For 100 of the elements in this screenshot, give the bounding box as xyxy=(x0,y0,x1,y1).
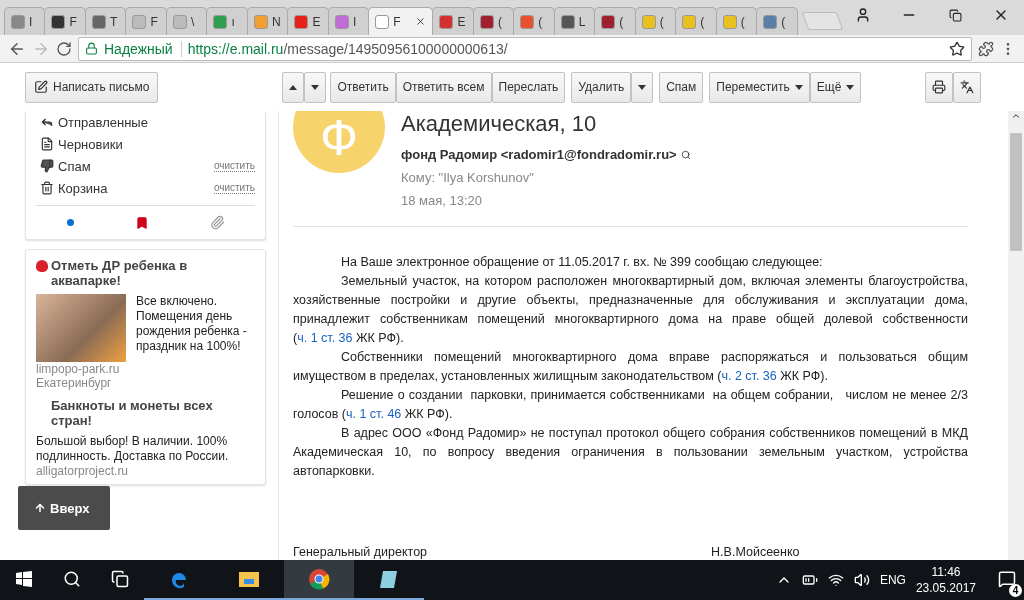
browser-tab[interactable]: I xyxy=(327,7,370,35)
notepad-icon[interactable] xyxy=(378,568,400,590)
tab-title: ( xyxy=(497,14,502,29)
menu-button[interactable]: Ещё xyxy=(809,71,862,103)
browser-tab[interactable]: ( xyxy=(472,7,515,35)
tab-title: T xyxy=(109,14,118,29)
taskbar-app[interactable] xyxy=(284,560,354,600)
tab-title: ( xyxy=(538,14,543,29)
message-paragraph: Собственники помещений многоквартирного дома вправе распоряжаться и пользоваться общим имуществом в пределах, установленных жилищным законодательством (ч. 2 ст. 36 ЖК РФ). xyxy=(293,349,968,385)
ad-site[interactable]: limpopo-park.ru xyxy=(36,362,255,376)
folder-link[interactable]: Спам xyxy=(58,158,91,174)
message-paragraph: В адрес ООО «Фонд Радомир» не поступал протокол общего собрания собственников помещений в МКД Академическая 10, по вопросу введения ограничения в пользовании земельным участком, устройства автопарковки. xyxy=(293,425,968,480)
tab-title: ( xyxy=(781,14,786,29)
print-button[interactable] xyxy=(925,71,953,103)
search-icon[interactable] xyxy=(680,149,691,160)
browser-tab[interactable]: \ xyxy=(165,7,208,35)
menu-button[interactable]: Переместить xyxy=(709,71,810,103)
volume-icon[interactable] xyxy=(853,572,870,588)
recipient-text: Кому: "Ilya Korshunov" xyxy=(401,170,535,185)
scrollbar[interactable] xyxy=(1008,111,1024,560)
tab-title: E xyxy=(312,14,321,29)
law-link[interactable]: ч. 1 ст. 36 xyxy=(297,331,353,345)
toolbar-button[interactable]: Ответить всем xyxy=(395,71,492,103)
message-paragraph: На Ваше электронное обращение от 11.05.2017 г. вх. № 399 сообщаю следующее: xyxy=(340,254,824,271)
chrome-icon[interactable] xyxy=(308,568,330,590)
paperclip-icon[interactable] xyxy=(209,215,225,230)
law-link[interactable]: ч. 1 ст. 46 xyxy=(345,407,402,421)
browser-tab[interactable]: F xyxy=(125,7,167,35)
toolbar-button[interactable]: Спам xyxy=(659,71,704,103)
browser-tab[interactable]: ( xyxy=(594,7,636,35)
tab-title: \ xyxy=(190,14,195,29)
browser-tab[interactable]: ı xyxy=(206,7,248,35)
tab-title: F xyxy=(393,14,401,29)
browser-tab[interactable]: T xyxy=(84,7,127,35)
reply-icon xyxy=(40,115,54,129)
browser-tab[interactable]: ( xyxy=(675,7,717,35)
tab-title: F xyxy=(150,14,158,29)
next-button[interactable] xyxy=(304,71,327,103)
browser-tab[interactable]: ( xyxy=(756,7,798,35)
compose-button[interactable]: Написать письмо xyxy=(25,71,159,103)
clear-link[interactable]: очистить xyxy=(213,182,255,194)
lock-icon xyxy=(85,42,98,55)
previous-button[interactable] xyxy=(282,71,305,103)
document-icon xyxy=(40,137,54,151)
browser-tab[interactable]: ( xyxy=(715,7,758,35)
toolbar-button[interactable]: Переслать xyxy=(491,71,566,103)
notifications-icon[interactable] xyxy=(998,569,1016,588)
toolbar-button[interactable]: Ответить xyxy=(330,71,396,103)
browser-tab[interactable]: ( xyxy=(634,7,677,35)
ad-title[interactable]: Банкноты и монеты всех стран! xyxy=(51,398,255,428)
battery-icon[interactable] xyxy=(801,572,818,588)
dropdown-button[interactable] xyxy=(631,71,654,103)
ad-title[interactable]: Отметь ДР ребенка в аквапарке! xyxy=(51,258,255,288)
browser-tab[interactable]: F xyxy=(44,7,86,35)
scrollbar-thumb[interactable] xyxy=(1010,133,1022,251)
tab-title: ( xyxy=(700,14,705,29)
browser-tab[interactable]: E xyxy=(432,7,474,35)
signature-title: Генеральный директор xyxy=(293,545,428,559)
thumbs-down-icon xyxy=(40,159,54,173)
unread-filter-icon[interactable] xyxy=(66,219,74,226)
browser-tab[interactable]: N xyxy=(246,7,289,35)
ad-text: Большой выбор! В наличии. 100% подлинность. Доставка по России. xyxy=(36,434,230,464)
close-icon[interactable] xyxy=(415,16,427,27)
ad-site[interactable]: alligatorproject.ru xyxy=(36,464,255,478)
star-icon[interactable] xyxy=(949,40,965,57)
tab-title: I xyxy=(29,14,33,29)
ad-text: Все включено. Помещения день рождения ребенка - праздник на 100%! xyxy=(136,294,248,355)
folder-link[interactable]: Отправленные xyxy=(58,114,148,130)
caret-up-icon xyxy=(289,84,298,90)
search-icon[interactable] xyxy=(63,570,81,588)
notification-count: 4 xyxy=(1009,583,1022,597)
delete-button[interactable]: Удалить xyxy=(571,71,632,103)
caret-icon xyxy=(846,84,855,90)
browser-tab[interactable]: L xyxy=(553,7,596,35)
browser-tab[interactable]: E xyxy=(287,7,329,35)
reload-icon[interactable] xyxy=(56,40,72,57)
language-indicator[interactable]: ENG xyxy=(879,573,906,587)
sender-name[interactable]: фонд Радомир <radomir1@fondradomir.ru> xyxy=(401,147,677,162)
message-date: 18 мая, 13:20 xyxy=(401,193,484,208)
folder-link[interactable]: Черновики xyxy=(58,136,123,152)
signature-name: Н.В.Мойсеенко xyxy=(711,545,800,559)
clock[interactable]: 11:46 23.05.2017 xyxy=(915,564,976,596)
bookmark-icon[interactable] xyxy=(134,215,149,230)
folder-icon[interactable] xyxy=(238,570,260,588)
scroll-up-button[interactable]: Вверх xyxy=(18,486,110,530)
tab-title: E xyxy=(457,14,466,29)
windows-icon[interactable] xyxy=(16,571,32,587)
task-view-icon[interactable] xyxy=(111,570,129,588)
browser-tab[interactable]: ( xyxy=(513,7,555,35)
restore-icon[interactable] xyxy=(948,8,962,22)
clear-link[interactable]: очистить xyxy=(213,160,255,172)
extension-icon[interactable] xyxy=(978,40,994,57)
address-field[interactable]: Надежный https://e.mail.ru/message/14950956100000000613/ xyxy=(78,36,972,61)
wifi-icon[interactable] xyxy=(827,572,844,588)
folder-link[interactable]: Корзина xyxy=(58,180,108,196)
law-link[interactable]: ч. 2 ст. 36 xyxy=(721,369,777,383)
browser-tab[interactable]: I xyxy=(4,7,46,35)
browser-tab[interactable]: F xyxy=(368,7,434,35)
arrow-up-icon xyxy=(34,502,46,514)
translate-button[interactable] xyxy=(953,71,981,103)
